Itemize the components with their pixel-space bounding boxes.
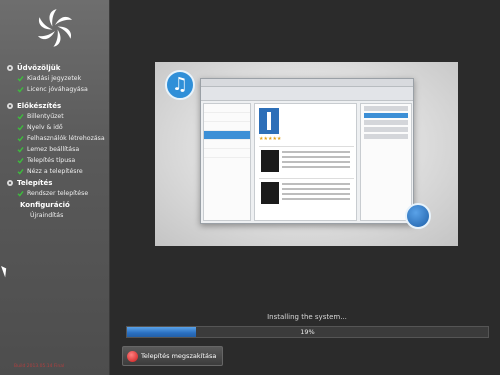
step-restart: Újraindítás <box>6 210 108 221</box>
step-list: Üdvözöljük Kiadási jegyzetek Licenc jóvá… <box>6 62 108 221</box>
step-label: Billentyűzet <box>27 113 64 120</box>
step-license: Licenc jóváhagyása <box>6 84 108 95</box>
preview-entry <box>259 178 354 206</box>
checkmark-icon <box>17 157 24 164</box>
step-review: Nézz a telepítésre <box>6 166 108 177</box>
album-cover <box>259 108 279 134</box>
pinwheel-logo-icon <box>38 9 72 47</box>
step-label: Telepítés típusa <box>27 157 76 164</box>
checkmark-icon <box>17 190 24 197</box>
progress-percent: 19% <box>300 328 315 336</box>
installer-sidebar: Üdvözöljük Kiadási jegyzetek Licenc jóvá… <box>0 0 110 375</box>
step-create-users: Felhasználók létrehozása <box>6 133 108 144</box>
checkmark-icon <box>17 113 24 120</box>
install-progress-bar: 19% <box>126 326 489 338</box>
cancel-install-button[interactable]: Telepítés megszakítása <box>122 346 223 366</box>
step-configuration: Konfiguráció <box>6 199 108 210</box>
step-release-notes: Kiadási jegyzetek <box>6 73 108 84</box>
rating-stars: ★★★★★ <box>259 136 282 142</box>
checkmark-icon <box>17 75 24 82</box>
step-keyboard: Billentyűzet <box>6 111 108 122</box>
progress-status: Installing the system... <box>267 313 347 321</box>
section-welcome: Üdvözöljük <box>6 62 108 73</box>
step-label: Kiadási jegyzetek <box>27 75 82 82</box>
step-install-type: Telepítés típusa <box>6 155 108 166</box>
checkmark-icon <box>17 124 24 131</box>
step-label: Lemez beállítása <box>27 146 80 153</box>
step-disk-setup: Lemez beállítása <box>6 144 108 155</box>
preview-titlebar <box>201 79 413 87</box>
preview-entry <box>259 146 354 174</box>
step-label: Felhasználók létrehozása <box>27 135 105 142</box>
slideshow-image: ♫ ★★★★★ <box>155 62 458 246</box>
preview-toolbar <box>201 87 413 101</box>
gear-icon <box>7 102 13 109</box>
kde-badge-icon <box>405 203 431 229</box>
preview-content: ★★★★★ <box>254 103 357 221</box>
checkmark-icon <box>17 86 24 93</box>
cancel-label: Telepítés megszakítása <box>141 352 217 360</box>
checkmark-icon <box>17 168 24 175</box>
step-system-install: Rendszer telepítése <box>6 188 108 199</box>
checkmark-icon <box>17 146 24 153</box>
step-label: Újraindítás <box>30 212 64 219</box>
gear-icon <box>7 179 13 186</box>
section-label: Előkészítés <box>17 101 62 110</box>
step-label: Nézz a telepítésre <box>27 168 83 175</box>
gear-icon <box>7 64 13 71</box>
checkmark-icon <box>17 135 24 142</box>
step-label: Licenc jóváhagyása <box>27 86 88 93</box>
stop-icon <box>127 350 138 362</box>
section-label: Üdvözöljük <box>17 63 61 72</box>
section-preparation: Előkészítés <box>6 100 108 111</box>
section-installation: Telepítés <box>6 177 108 188</box>
step-label: Rendszer telepítése <box>27 190 89 197</box>
preview-sidebar <box>203 103 251 221</box>
step-language-time: Nyelv & idő <box>6 122 108 133</box>
preview-playlist <box>360 103 412 221</box>
music-note-icon: ♫ <box>165 70 195 100</box>
step-label: Konfiguráció <box>20 200 70 209</box>
app-preview-window: ★★★★★ <box>200 78 414 224</box>
step-label: Nyelv & idő <box>27 124 63 131</box>
build-info: Build 2013.05.14 Final <box>14 364 65 369</box>
section-label: Telepítés <box>17 178 53 187</box>
